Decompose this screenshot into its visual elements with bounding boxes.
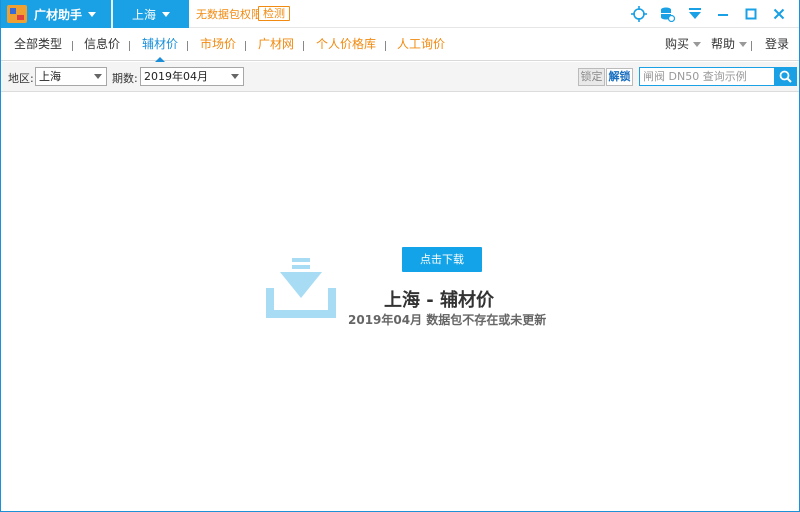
dropdown-arrow-icon xyxy=(231,74,239,79)
app-window: 广材助手 上海 无数据包权限 检测 全部类型 信息价 辅材价 市场价 广材网 个… xyxy=(0,0,800,512)
tab-personal-price-library[interactable]: 个人价格库 xyxy=(316,29,376,61)
tab-manual-inquiry[interactable]: 人工询价 xyxy=(397,29,445,61)
filter-bar: 地区: 上海 期数: 2019年04月 锁定 解锁 闸阀 DN50 查询示例 xyxy=(1,62,799,92)
title-bar: 广材助手 上海 无数据包权限 检测 xyxy=(1,0,799,28)
tab-market-price[interactable]: 市场价 xyxy=(200,29,236,61)
minimize-button[interactable] xyxy=(709,3,737,25)
search-placeholder: 闸阀 DN50 查询示例 xyxy=(643,70,747,83)
nav-divider xyxy=(303,41,304,51)
window-controls xyxy=(625,3,793,25)
crosshair-icon xyxy=(631,6,647,22)
search-input[interactable]: 闸阀 DN50 查询示例 xyxy=(639,67,775,86)
tab-all-types[interactable]: 全部类型 xyxy=(14,29,62,61)
download-data-button[interactable]: 点击下载 xyxy=(402,247,482,272)
minimize-icon xyxy=(718,14,728,16)
region-label: 上海 xyxy=(131,7,156,22)
close-icon xyxy=(773,8,785,20)
download-manager-button[interactable] xyxy=(681,3,709,25)
database-icon xyxy=(661,7,675,22)
nav-divider xyxy=(385,41,386,51)
buy-label: 购买 xyxy=(665,37,690,51)
nav-divider xyxy=(245,41,246,51)
maximize-icon xyxy=(745,8,757,20)
check-button[interactable]: 检测 xyxy=(258,6,290,21)
category-nav: 全部类型 信息价 辅材价 市场价 广材网 个人价格库 人工询价 购买 帮助 登录 xyxy=(1,29,799,62)
chevron-down-icon xyxy=(88,11,97,17)
empty-state-subtitle: 2019年04月 数据包不存在或未更新 xyxy=(348,313,547,327)
help-menu[interactable]: 帮助 xyxy=(711,29,748,61)
period-select[interactable]: 2019年04月 xyxy=(140,67,244,86)
period-filter-label: 期数: xyxy=(112,72,138,85)
download-tray-icon xyxy=(266,258,336,318)
search-icon xyxy=(779,70,792,83)
chevron-down-icon xyxy=(162,11,170,17)
empty-state-title: 上海 - 辅材价 xyxy=(384,290,495,311)
tab-info-price[interactable]: 信息价 xyxy=(84,29,120,61)
login-button[interactable]: 登录 xyxy=(765,29,789,61)
app-logo-icon xyxy=(7,5,27,23)
unlock-button[interactable]: 解锁 xyxy=(606,68,633,86)
brand-menu[interactable]: 广材助手 xyxy=(1,0,111,28)
region-select-value: 上海 xyxy=(39,70,61,83)
database-button[interactable] xyxy=(653,3,681,25)
maximize-button[interactable] xyxy=(737,3,765,25)
nav-divider xyxy=(129,41,130,51)
close-button[interactable] xyxy=(765,3,793,25)
permission-notice: 无数据包权限 xyxy=(196,8,262,21)
dropdown-arrow-icon xyxy=(94,74,102,79)
content-area: 点击下载 上海 - 辅材价 2019年04月 数据包不存在或未更新 xyxy=(1,93,799,511)
tab-auxiliary-price[interactable]: 辅材价 xyxy=(142,29,178,62)
region-filter-label: 地区: xyxy=(8,72,34,85)
nav-divider xyxy=(751,41,752,51)
brand-label: 广材助手 xyxy=(34,7,83,22)
nav-divider xyxy=(187,41,188,51)
search-button[interactable] xyxy=(774,67,797,86)
help-label: 帮助 xyxy=(711,37,736,51)
lock-button[interactable]: 锁定 xyxy=(578,68,605,86)
region-menu[interactable]: 上海 xyxy=(113,0,189,28)
tab-guangcai-web[interactable]: 广材网 xyxy=(258,29,294,61)
chevron-down-icon xyxy=(693,42,702,47)
chevron-down-icon xyxy=(739,42,748,47)
locate-button[interactable] xyxy=(625,3,653,25)
period-select-value: 2019年04月 xyxy=(144,70,208,83)
download-arrow-icon xyxy=(689,8,701,19)
buy-menu[interactable]: 购买 xyxy=(665,29,702,61)
nav-divider xyxy=(72,41,73,51)
region-select[interactable]: 上海 xyxy=(35,67,107,86)
